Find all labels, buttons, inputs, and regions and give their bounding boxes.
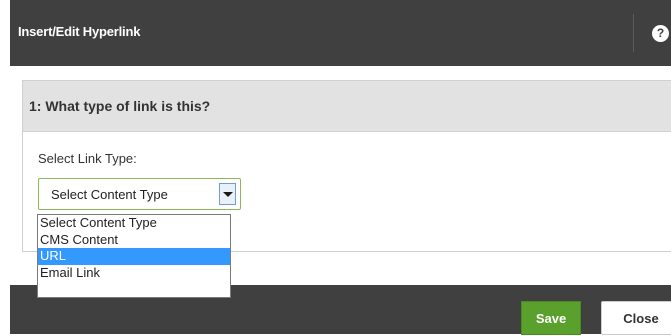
link-type-dropdown: Select Content Type CMS Content URL Emai… (37, 214, 231, 298)
titlebar-divider (633, 14, 634, 52)
dropdown-option-select-content-type[interactable]: Select Content Type (38, 215, 230, 232)
dialog-title: Insert/Edit Hyperlink (18, 24, 141, 39)
question-circle-icon[interactable]: ? (652, 25, 669, 42)
dropdown-option-cms-content[interactable]: CMS Content (38, 232, 230, 249)
step-heading: 1: What type of link is this? (29, 98, 211, 114)
select-current-value: Select Content Type (51, 187, 168, 202)
link-type-select[interactable]: Select Content Type (38, 178, 241, 210)
dropdown-option-url[interactable]: URL (38, 248, 230, 265)
panel-header: 1: What type of link is this? (23, 81, 671, 132)
save-button[interactable]: Save (521, 301, 581, 335)
dialog-titlebar: Insert/Edit Hyperlink ? (10, 0, 671, 66)
dropdown-option-email-link[interactable]: Email Link (38, 265, 230, 282)
link-type-label: Select Link Type: (38, 151, 137, 166)
close-button[interactable]: Close (601, 301, 671, 335)
chevron-down-icon[interactable] (219, 183, 236, 205)
